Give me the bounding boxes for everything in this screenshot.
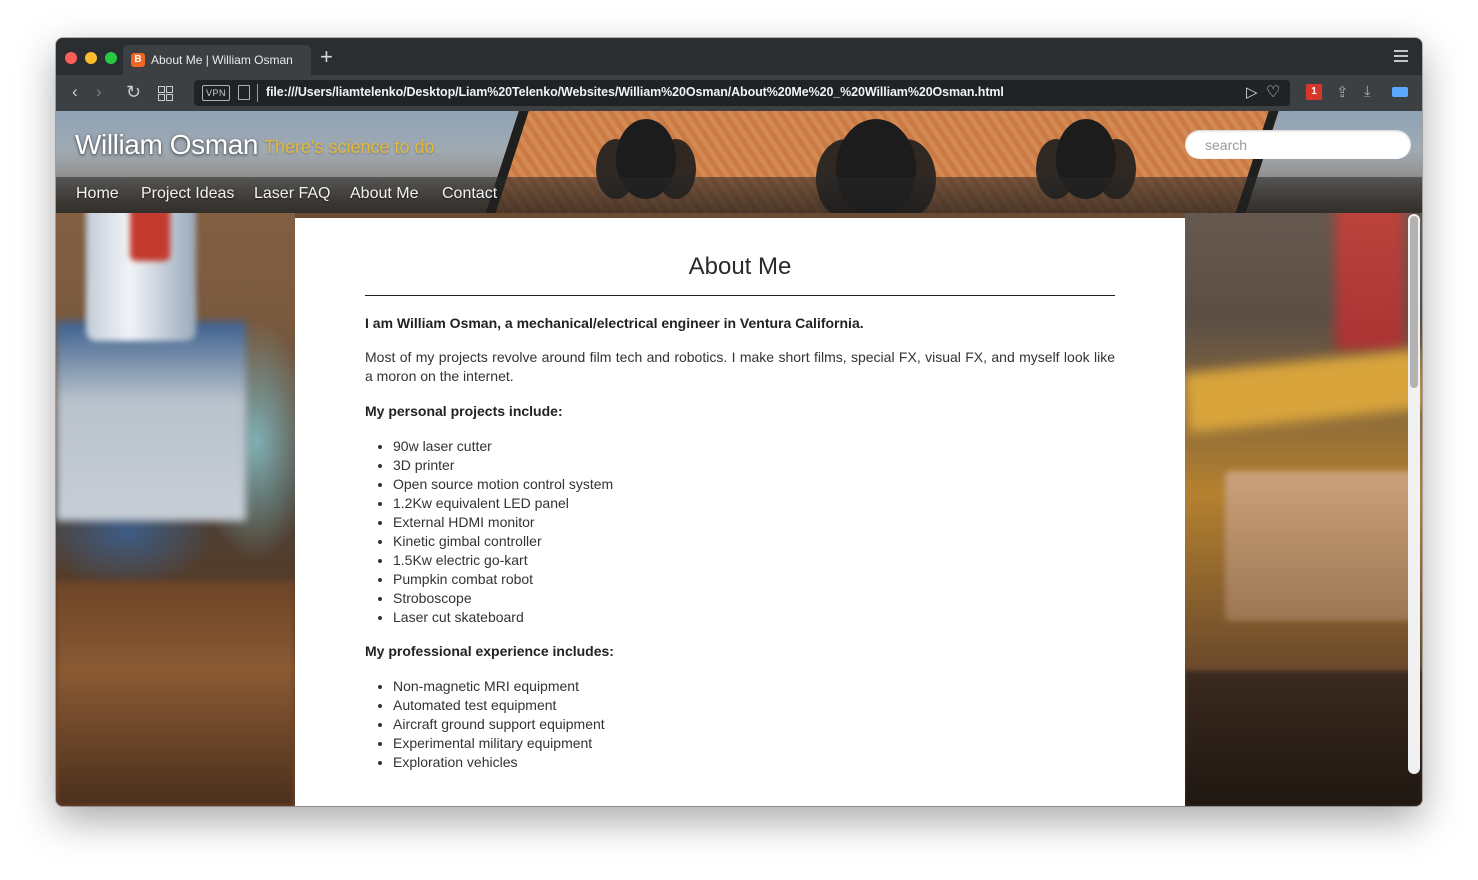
list-item: Stroboscope [393,589,1093,608]
browser-toolbar: ‹ › ↻ VPN file:///Users/liamtelenko/Desk… [56,75,1422,111]
background-photo-left [56,111,295,806]
personal-projects-heading: My personal projects include: [365,403,563,419]
nav-laser-faq[interactable]: Laser FAQ [254,185,330,203]
nav-home[interactable]: Home [76,185,119,203]
vpn-badge[interactable]: VPN [202,85,231,101]
list-item: 1.2Kw equivalent LED panel [393,494,1093,513]
list-item: Pumpkin combat robot [393,570,1093,589]
url-text[interactable]: file:///Users/liamtelenko/Desktop/Liam%2… [266,85,1004,99]
heart-icon[interactable]: ♡ [1266,82,1280,102]
nav-contact[interactable]: Contact [442,185,497,203]
professional-experience-heading: My professional experience includes: [365,643,614,659]
site-title[interactable]: William Osman [75,129,258,161]
professional-experience-list: Non-magnetic MRI equipment Automated tes… [365,677,1093,772]
list-item: Kinetic gimbal controller [393,532,1093,551]
tab-menu-icon[interactable] [1394,50,1408,65]
speed-dial-icon[interactable] [158,86,173,101]
maximize-window-button[interactable] [105,52,117,64]
tab-title: About Me | William Osman [151,53,293,67]
reload-button[interactable]: ↻ [126,82,141,102]
description-text: Most of my projects revolve around film … [365,349,1115,384]
search-input[interactable] [1185,130,1411,159]
blogger-icon: B [131,53,145,67]
list-item: 90w laser cutter [393,437,1093,456]
new-tab-button[interactable]: + [320,44,333,70]
tab-about-me[interactable]: B About Me | William Osman [123,45,311,75]
list-item: Non-magnetic MRI equipment [393,677,1093,696]
title-divider [365,295,1115,296]
send-icon[interactable]: ▷ [1246,83,1258,101]
download-icon[interactable]: ⤓ [1364,83,1371,100]
address-bar[interactable]: VPN file:///Users/liamtelenko/Desktop/Li… [194,80,1290,106]
intro-text: I am William Osman, a mechanical/electri… [365,315,864,331]
nav-project-ideas[interactable]: Project Ideas [141,185,234,203]
extension-icon[interactable]: 1 [1306,84,1322,100]
back-button[interactable]: ‹ [72,82,78,102]
list-item: 3D printer [393,456,1093,475]
page-title: About Me [688,253,792,280]
list-item: Aircraft ground support equipment [393,715,1093,734]
scrollbar-thumb[interactable] [1410,216,1418,388]
minimize-window-button[interactable] [85,52,97,64]
share-icon[interactable]: ⇪ [1336,83,1349,101]
list-item: Laser cut skateboard [393,608,1093,627]
tab-bar: B About Me | William Osman + [56,38,1422,75]
page-viewport: William Osman There's science to do. Hom… [56,111,1422,806]
browser-window: B About Me | William Osman + ‹ › ↻ VPN f… [56,38,1422,806]
list-item: External HDMI monitor [393,513,1093,532]
close-window-button[interactable] [65,52,77,64]
forward-button[interactable]: › [96,82,102,102]
nav-about-me[interactable]: About Me [350,185,418,203]
list-item: Experimental military equipment [393,734,1093,753]
list-item: Exploration vehicles [393,753,1093,772]
site-header: William Osman There's science to do. Hom… [56,111,1422,213]
list-item: Automated test equipment [393,696,1093,715]
site-tagline: There's science to do. [264,137,440,157]
content-panel: About Me I am William Osman, a mechanica… [295,218,1185,806]
personal-projects-list: 90w laser cutter 3D printer Open source … [365,437,1093,627]
battery-icon[interactable] [1392,87,1408,97]
background-photo-right [1182,111,1422,806]
list-item: Open source motion control system [393,475,1093,494]
url-divider [257,84,258,102]
nav-bar: Home Project Ideas Laser FAQ About Me Co… [56,177,1422,213]
list-item: 1.5Kw electric go-kart [393,551,1093,570]
page-scrollbar[interactable] [1408,214,1420,774]
page-icon [238,85,250,100]
